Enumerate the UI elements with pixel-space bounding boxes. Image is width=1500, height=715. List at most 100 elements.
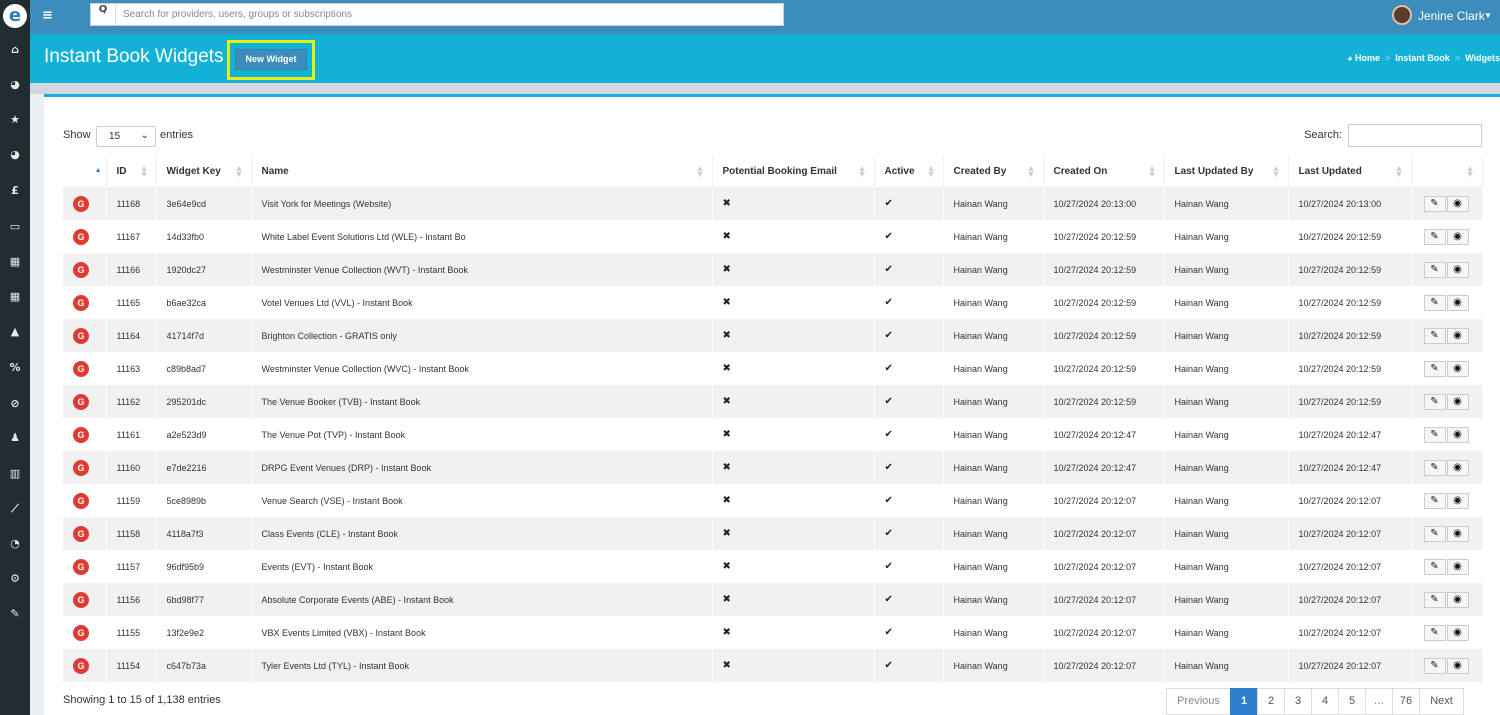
column-header[interactable]: Last Updated By ▲ ▼ xyxy=(1164,156,1289,187)
warning-icon[interactable]: ▲ xyxy=(0,325,30,338)
star-icon[interactable]: ★ xyxy=(0,113,30,126)
cross-icon: ✖ xyxy=(722,660,731,671)
column-header[interactable]: Last Updated ▲ ▼ xyxy=(1288,156,1412,187)
next-button[interactable]: Next xyxy=(1419,688,1464,715)
view-eye-icon[interactable]: ◉ xyxy=(1446,294,1469,311)
edit-pencil-icon[interactable]: ✎ xyxy=(1423,591,1446,608)
new-widget-button[interactable]: New Widget xyxy=(235,49,307,70)
provider-badge: G xyxy=(73,228,89,245)
global-search-input[interactable] xyxy=(123,6,763,23)
sort-icon: ▲ ▼ xyxy=(1271,163,1281,179)
view-eye-icon[interactable]: ◉ xyxy=(1446,558,1469,575)
edit-pencil-icon[interactable]: ✎ xyxy=(1423,360,1446,377)
column-header[interactable]: ▲ ▼ xyxy=(1411,156,1483,187)
page-button[interactable]: 1 xyxy=(1230,688,1258,715)
edit-pencil-icon[interactable]: ✎ xyxy=(1423,327,1446,344)
view-eye-icon[interactable]: ◉ xyxy=(1446,393,1469,410)
view-eye-icon[interactable]: ◉ xyxy=(1446,195,1469,212)
page-button[interactable]: 76 xyxy=(1392,688,1420,715)
view-eye-icon[interactable]: ◉ xyxy=(1446,228,1469,245)
column-header[interactable]: Created By ▲ ▼ xyxy=(943,156,1044,187)
app-logo[interactable]: e xyxy=(3,4,27,28)
pound-icon[interactable]: £ xyxy=(0,184,30,197)
edit-pencil-icon[interactable]: ✎ xyxy=(1423,228,1446,245)
page-button[interactable]: 3 xyxy=(1284,688,1312,715)
page-button[interactable]: 2 xyxy=(1257,688,1285,715)
calendar-icon[interactable]: ▦ xyxy=(0,255,30,268)
name-cell: Visit York for Meetings (Website) xyxy=(251,187,713,220)
created-on-cell: 10/27/2024 20:12:59 xyxy=(1043,385,1165,418)
percent-icon[interactable]: % xyxy=(0,361,30,374)
badge-cell: G xyxy=(63,649,107,682)
edit-pencil-icon[interactable]: ✎ xyxy=(1423,525,1446,542)
calendar-grid-icon[interactable]: ▦ xyxy=(0,290,30,303)
view-eye-icon[interactable]: ◉ xyxy=(1446,360,1469,377)
home-icon[interactable]: ⌂ xyxy=(0,43,30,56)
dashboard-icon[interactable]: ◕ xyxy=(0,78,30,91)
id-cell: 11167 xyxy=(106,220,157,253)
edit-pencil-icon[interactable]: ✎ xyxy=(1423,558,1446,575)
user-icon[interactable]: ♟ xyxy=(0,431,30,444)
created-by-cell: Hainan Wang xyxy=(943,286,1044,319)
edit-pencil-icon[interactable]: ✎ xyxy=(1423,657,1446,674)
column-header[interactable]: Widget Key ▲ ▼ xyxy=(156,156,252,187)
search-icon[interactable]: Q xyxy=(91,4,116,25)
edit-pencil-icon[interactable]: ✎ xyxy=(1423,426,1446,443)
view-eye-icon[interactable]: ◉ xyxy=(1446,624,1469,641)
active-cell: ✔ xyxy=(874,418,944,451)
name-cell: Westminster Venue Collection (WVC) - Ins… xyxy=(251,352,713,385)
check-icon: ✔ xyxy=(884,594,893,605)
user-menu[interactable]: Jenine Clark ▼ xyxy=(1392,5,1500,29)
view-eye-icon[interactable]: ◉ xyxy=(1446,261,1469,278)
edit-pencil-icon[interactable]: ✎ xyxy=(1423,624,1446,641)
briefcase-icon[interactable]: ▭ xyxy=(0,220,30,233)
widget-key-cell: 3e64e9cd xyxy=(156,187,252,220)
badge-cell: G xyxy=(63,352,107,385)
page-button[interactable]: 4 xyxy=(1311,688,1339,715)
edit-pencil-icon[interactable]: ✎ xyxy=(1423,492,1446,509)
menu-toggle-icon[interactable]: ≡ xyxy=(42,8,53,23)
breadcrumb-instant-book[interactable]: Instant Book xyxy=(1395,53,1450,63)
ban-icon[interactable]: ⊘ xyxy=(0,397,30,410)
cross-icon: ✖ xyxy=(722,264,731,275)
column-header[interactable]: Potential Booking Email ▲ ▼ xyxy=(712,156,875,187)
column-header[interactable]: Created On ▲ ▼ xyxy=(1043,156,1165,187)
page-length-select[interactable]: 15 ⌄ xyxy=(96,126,156,147)
previous-button[interactable]: Previous xyxy=(1166,688,1231,715)
line-chart-icon[interactable]: ⟋ xyxy=(0,502,30,516)
edit-pencil-icon[interactable]: ✎ xyxy=(1423,459,1446,476)
pie-chart-icon[interactable]: ◔ xyxy=(0,537,30,550)
pencil-icon[interactable]: ✎ xyxy=(0,607,30,620)
column-header[interactable]: ID ▲ ▼ xyxy=(106,156,157,187)
sort-icon: ▲ ▼ xyxy=(1026,163,1036,179)
cogs-icon[interactable]: ⚙ xyxy=(0,572,30,585)
updated-by-cell: Hainan Wang xyxy=(1164,583,1289,616)
view-eye-icon[interactable]: ◉ xyxy=(1446,525,1469,542)
edit-pencil-icon[interactable]: ✎ xyxy=(1423,261,1446,278)
view-eye-icon[interactable]: ◉ xyxy=(1446,459,1469,476)
edit-pencil-icon[interactable]: ✎ xyxy=(1423,294,1446,311)
avatar xyxy=(1392,5,1412,25)
booking-email-cell: ✖ xyxy=(712,517,875,550)
view-eye-icon[interactable]: ◉ xyxy=(1446,492,1469,509)
updated-cell: 10/27/2024 20:12:59 xyxy=(1288,286,1412,319)
view-eye-icon[interactable]: ◉ xyxy=(1446,426,1469,443)
breadcrumb-home[interactable]: Home xyxy=(1355,53,1380,63)
table-search-input[interactable] xyxy=(1348,124,1482,147)
edit-pencil-icon[interactable]: ✎ xyxy=(1423,393,1446,410)
name-cell: DRPG Event Venues (DRP) - Instant Book xyxy=(251,451,713,484)
view-eye-icon[interactable]: ◉ xyxy=(1446,327,1469,344)
edit-pencil-icon[interactable]: ✎ xyxy=(1423,195,1446,212)
column-header[interactable]: Active ▲ ▼ xyxy=(874,156,944,187)
sort-icon: ▲ ▼ xyxy=(857,163,867,179)
updated-cell: 10/27/2024 20:13:00 xyxy=(1288,187,1412,220)
view-eye-icon[interactable]: ◉ xyxy=(1446,657,1469,674)
column-header[interactable]: Name ▲ ▼ xyxy=(251,156,713,187)
tachometer-icon[interactable]: ◕ xyxy=(0,148,30,161)
sidebar: e ⌂ ◕ ★ ◕ £ ▭ ▦ ▦ ▲% ⊘ ♟ ▥ ⟋ ◔ ⚙ ✎ xyxy=(0,0,30,715)
bar-chart-icon[interactable]: ▥ xyxy=(0,467,30,480)
created-by-cell: Hainan Wang xyxy=(943,352,1044,385)
page-button[interactable]: 5 xyxy=(1338,688,1366,715)
view-eye-icon[interactable]: ◉ xyxy=(1446,591,1469,608)
column-header[interactable]: ▲ xyxy=(63,156,107,187)
